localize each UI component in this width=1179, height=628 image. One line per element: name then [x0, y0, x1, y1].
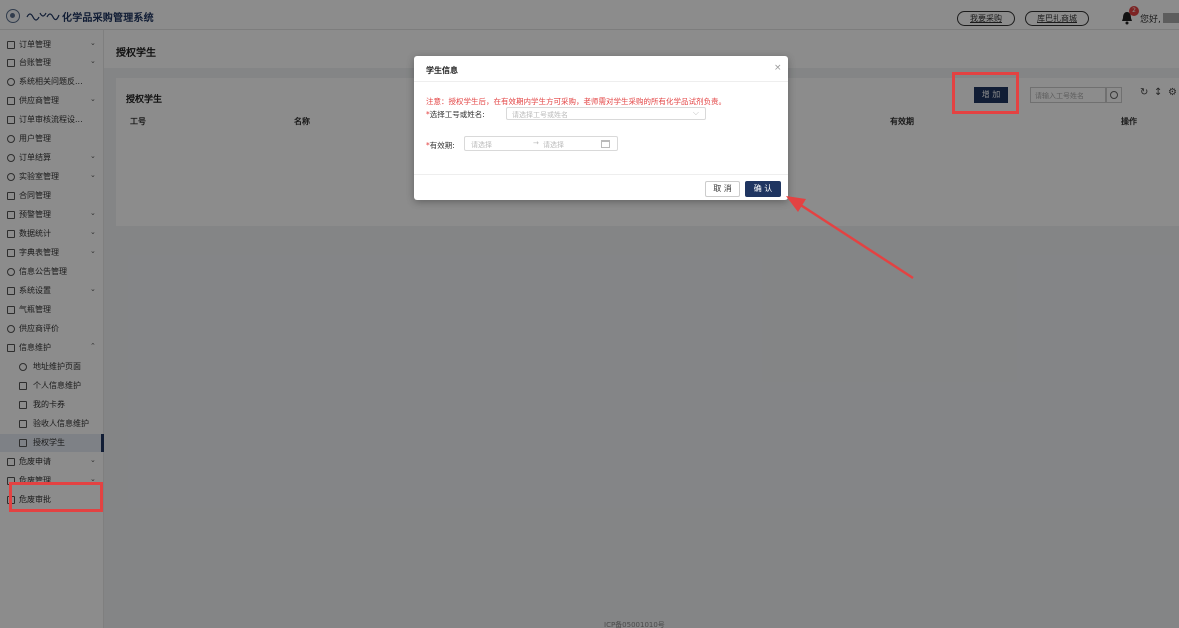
validity-period-label-text: 有效期: — [429, 141, 455, 150]
highlight-sidebar-item — [9, 482, 103, 512]
modal-title: 学生信息 — [426, 66, 458, 75]
range-arrow-icon: → — [533, 139, 539, 147]
student-select[interactable]: 请选择工号或姓名 ⌵ — [506, 107, 706, 120]
validity-period-label: *有效期: — [426, 140, 455, 151]
modal-footer-divider — [414, 174, 788, 175]
annotation-arrow-icon — [786, 196, 914, 280]
authorization-notice: 注意：授权学生后，在有效期内学生方可采购，老师需对学生采购的所有化学品试剂负责。 — [426, 97, 726, 106]
start-date-input[interactable]: 请选择 — [471, 140, 492, 150]
select-student-label-text: 选择工号或姓名: — [429, 110, 485, 119]
chevron-down-icon: ⌵ — [692, 108, 699, 117]
confirm-button[interactable]: 确 认 — [745, 181, 781, 197]
student-info-modal: 学生信息 × 注意：授权学生后，在有效期内学生方可采购，老师需对学生采购的所有化… — [414, 56, 788, 200]
highlight-add-button — [952, 72, 1019, 114]
student-select-placeholder: 请选择工号或姓名 — [512, 111, 568, 119]
calendar-icon[interactable] — [601, 140, 610, 148]
end-date-input[interactable]: 请选择 — [543, 140, 564, 150]
select-student-label: *选择工号或姓名: — [426, 109, 485, 120]
validity-date-range[interactable]: 请选择 → 请选择 — [464, 136, 618, 151]
cancel-button[interactable]: 取 消 — [705, 181, 740, 197]
close-icon[interactable]: × — [774, 63, 782, 73]
modal-header: 学生信息 × — [414, 56, 788, 82]
